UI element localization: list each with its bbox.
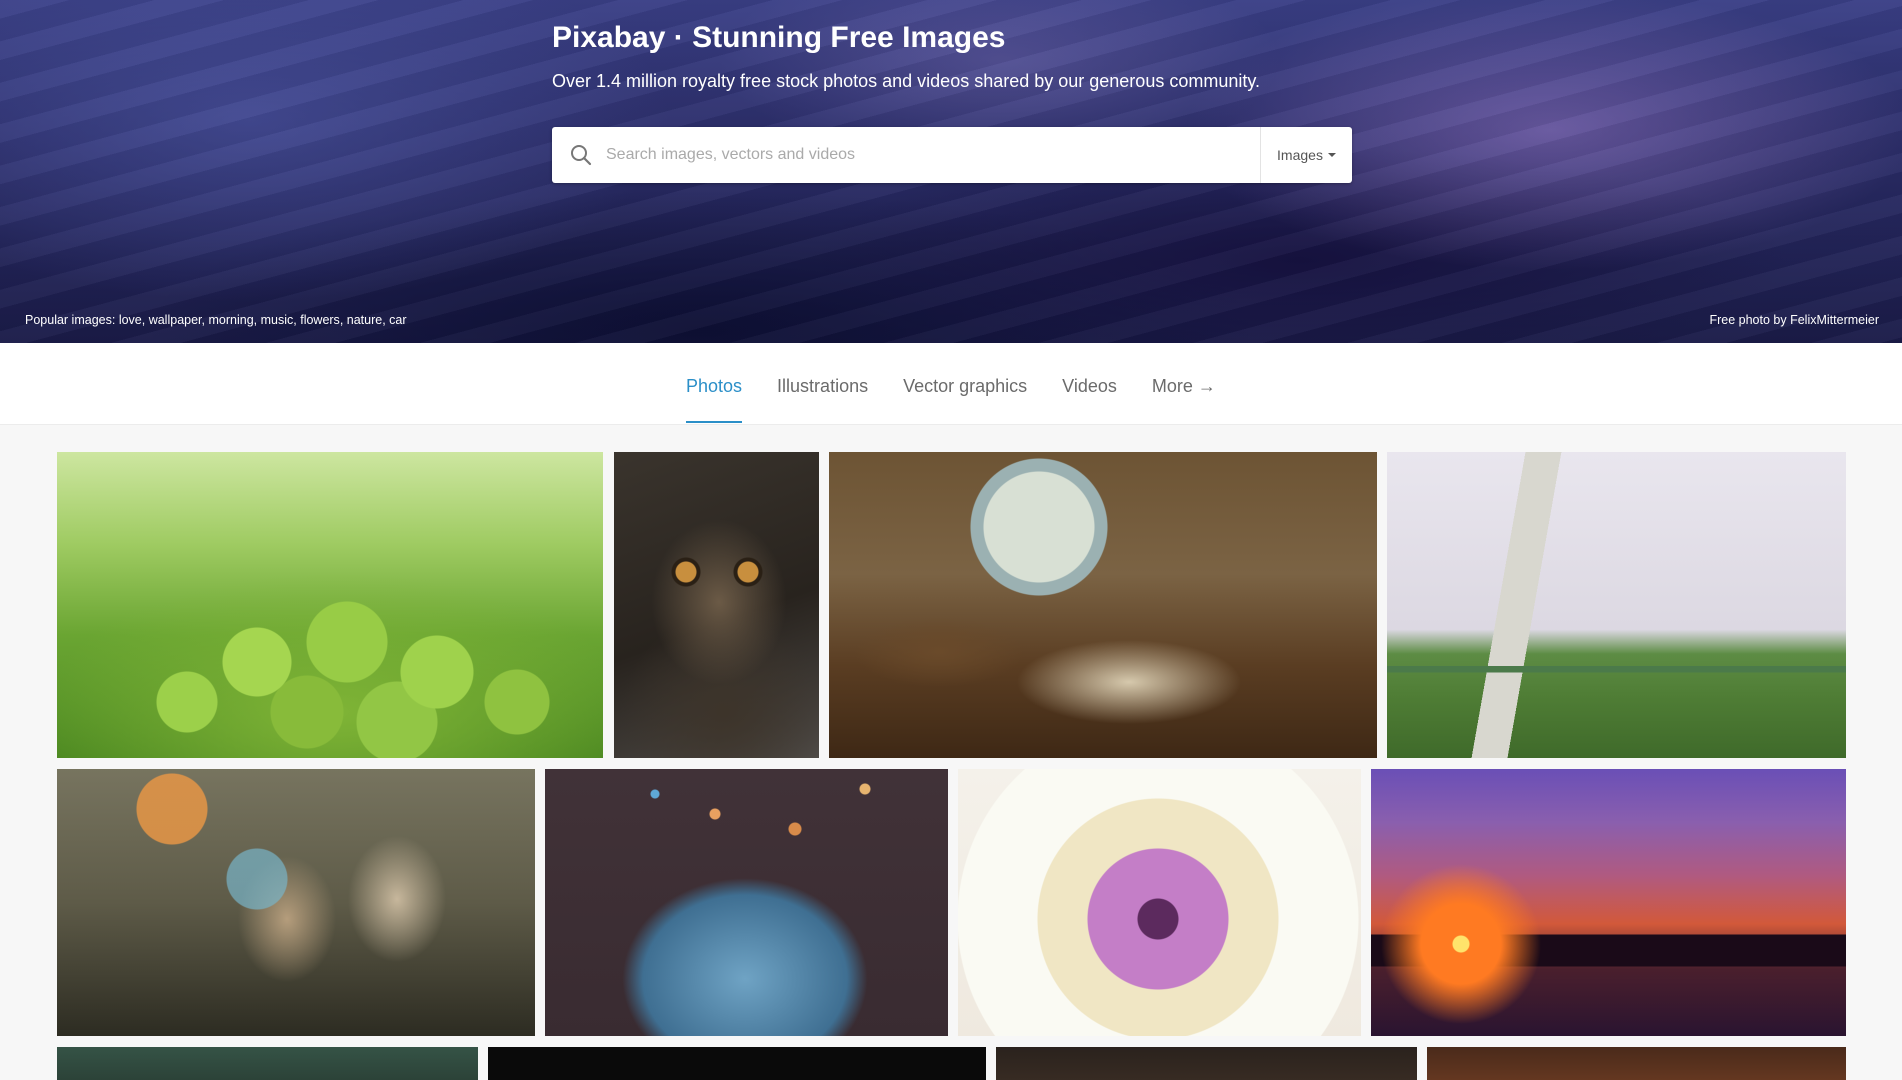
- image-thumbnail-globe-desk[interactable]: [829, 452, 1377, 758]
- popular-tag-nature[interactable]: nature: [347, 313, 382, 327]
- image-thumbnail-brown[interactable]: [996, 1047, 1417, 1080]
- popular-tag-wallpaper[interactable]: wallpaper: [149, 313, 202, 327]
- tab-list: Photos Illustrations Vector graphics Vid…: [686, 343, 1251, 425]
- search-bar: Images: [552, 127, 1352, 183]
- image-thumbnail-dahlia[interactable]: [958, 769, 1361, 1036]
- image-thumbnail-sunset[interactable]: [1427, 1047, 1846, 1080]
- tab-photos[interactable]: Photos: [686, 343, 743, 425]
- image-thumbnail-leaves[interactable]: [57, 1047, 478, 1080]
- tab-vector-graphics[interactable]: Vector graphics: [903, 343, 1027, 425]
- photo-credit: Free photo by FelixMittermeier: [1709, 313, 1879, 327]
- image-thumbnail-sweater[interactable]: [545, 769, 948, 1036]
- popular-label: Popular images:: [25, 313, 116, 327]
- credit-prefix: Free photo by: [1709, 313, 1787, 327]
- image-thumbnail-bubbles[interactable]: [57, 769, 535, 1036]
- popular-tag-flowers[interactable]: flowers: [300, 313, 340, 327]
- caret-down-icon: [1327, 153, 1336, 157]
- image-thumbnail-dark[interactable]: [488, 1047, 986, 1080]
- tab-more[interactable]: More →: [1152, 343, 1216, 425]
- credit-author-link[interactable]: FelixMittermeier: [1790, 313, 1879, 327]
- tab-videos[interactable]: Videos: [1062, 343, 1117, 425]
- popular-tag-car[interactable]: car: [389, 313, 406, 327]
- search-type-label: Images: [1277, 147, 1323, 163]
- image-thumbnail-opera-house[interactable]: [1371, 769, 1846, 1036]
- media-type-nav: Photos Illustrations Vector graphics Vid…: [0, 343, 1902, 425]
- image-thumbnail-cat[interactable]: [614, 452, 819, 758]
- page-subtitle: Over 1.4 million royalty free stock phot…: [552, 71, 1261, 91]
- image-thumbnail-golfer[interactable]: [1387, 452, 1846, 758]
- popular-tag-love[interactable]: love: [119, 313, 142, 327]
- popular-tag-morning[interactable]: morning: [208, 313, 253, 327]
- search-input[interactable]: [602, 127, 1260, 183]
- hero-banner: Pixabay · Stunning Free Images Over 1.4 …: [0, 0, 1902, 343]
- page-title: Pixabay · Stunning Free Images: [552, 21, 1006, 54]
- popular-tags: Popular images: love, wallpaper, morning…: [25, 313, 407, 327]
- search-type-dropdown[interactable]: Images: [1260, 127, 1352, 183]
- image-thumbnail-romanesco[interactable]: [57, 452, 603, 758]
- search-icon[interactable]: [552, 127, 602, 183]
- tab-illustrations[interactable]: Illustrations: [777, 343, 868, 425]
- hero-content: Pixabay · Stunning Free Images Over 1.4 …: [552, 18, 1260, 92]
- popular-tag-music[interactable]: music: [261, 313, 294, 327]
